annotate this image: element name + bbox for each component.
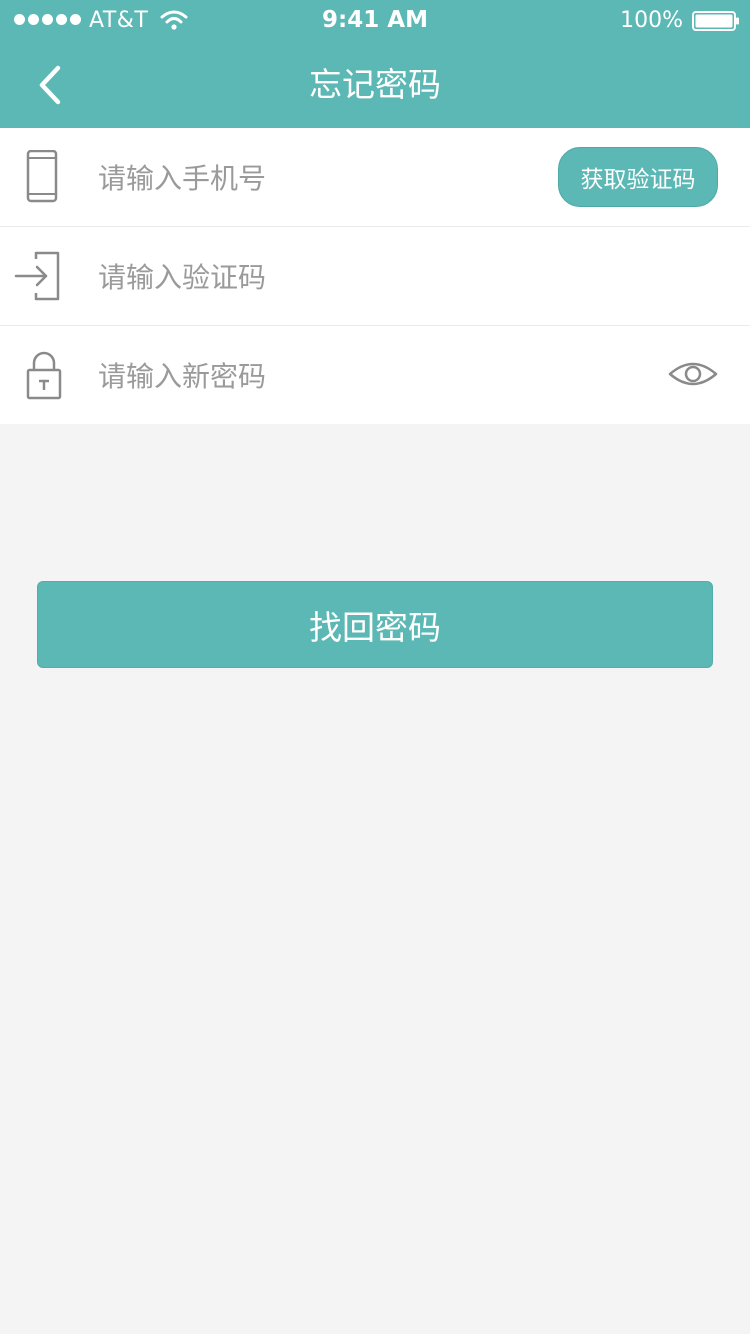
status-bar: AT&T 9:41 AM 100% xyxy=(0,0,750,40)
lock-icon xyxy=(26,351,62,400)
reset-password-form: 获取验证码 xyxy=(0,128,750,424)
page-title: 忘记密码 xyxy=(309,65,441,104)
find-password-button[interactable]: 找回密码 xyxy=(37,581,713,668)
battery-icon xyxy=(692,11,739,31)
login-arrow-icon xyxy=(14,251,60,301)
phone-input[interactable] xyxy=(98,152,538,204)
verification-code-input[interactable] xyxy=(98,251,538,303)
header: AT&T 9:41 AM 100% 忘记密码 xyxy=(0,0,750,128)
phone-row: 获取验证码 xyxy=(0,128,750,227)
eye-icon[interactable] xyxy=(666,354,720,394)
new-password-input[interactable] xyxy=(98,350,538,402)
phone-icon xyxy=(26,150,58,203)
get-code-button[interactable]: 获取验证码 xyxy=(558,147,718,207)
code-row xyxy=(0,227,750,326)
battery-percentage: 100% xyxy=(620,8,683,33)
password-row xyxy=(0,326,750,424)
